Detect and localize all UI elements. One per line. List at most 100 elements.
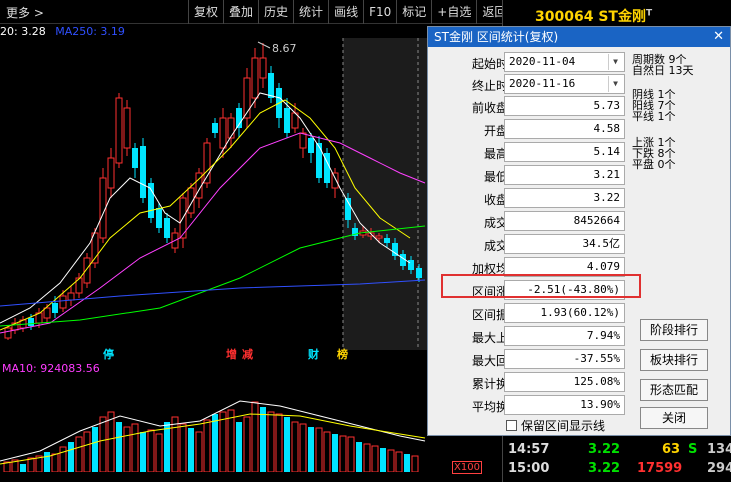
stat-row: 平均换手 13.90%	[428, 394, 628, 416]
volume-bar	[404, 454, 410, 472]
candle-body	[384, 238, 390, 243]
chart-toolbar: 更多 > 复权 叠加 历史 统计 画线 F10 标记 +自选 返回	[0, 0, 506, 24]
menu-diejia[interactable]: 叠加	[223, 0, 258, 24]
volume-bar	[347, 436, 355, 472]
candle-body	[416, 268, 422, 278]
candle-body	[148, 183, 154, 218]
selected-range-shade	[343, 38, 427, 350]
candle-body	[375, 235, 383, 239]
volume-bar	[99, 416, 107, 472]
candle-body	[43, 307, 51, 319]
highlight-box	[441, 274, 641, 298]
menu-fuquan[interactable]: 复权	[188, 0, 223, 24]
stat-row: 区间振幅 1.93(60.12%)	[428, 302, 628, 324]
candle-body	[259, 57, 267, 79]
ma-indicator-line: 20: 3.28 MA250: 3.19	[0, 25, 125, 38]
candle-body	[67, 292, 75, 301]
volume-bar	[212, 414, 218, 472]
menu-huaxian[interactable]: 画线	[328, 0, 363, 24]
volume-bar	[27, 457, 35, 472]
stat-value: 5.73	[504, 96, 625, 116]
volume-bar	[155, 433, 163, 472]
candle-body	[4, 327, 12, 339]
menu-zixuan[interactable]: +自选	[431, 0, 476, 24]
candle-body	[156, 208, 162, 228]
period-info: 周期数 9个 自然日 13天	[632, 53, 694, 77]
volume-bar	[140, 432, 146, 472]
volume-bar	[51, 453, 59, 472]
volume-bar	[179, 423, 187, 472]
stat-row: 最大上涨 7.94%	[428, 325, 628, 347]
chevron-down-icon[interactable]: ▼	[608, 76, 622, 92]
interval-stats-dialog: ST金刚 区间统计(复权) ✕ 起始时间 2020-11-04 ▼ 终止时间 20…	[427, 26, 731, 436]
keep-range-checkbox[interactable]: 保留区间显示线	[506, 417, 605, 434]
candle-body	[59, 295, 67, 309]
volume-bar	[371, 445, 379, 472]
event-suspend[interactable]: 停	[103, 346, 114, 362]
pattern-match-button[interactable]: 形态匹配	[640, 379, 708, 401]
candle-body	[123, 107, 131, 149]
tick-row: 14:57 3.22 63 S 134	[508, 442, 731, 457]
end-date-picker[interactable]: 2020-11-16 ▼	[504, 74, 625, 94]
candle-body	[83, 257, 91, 284]
more-menu[interactable]: 更多 >	[6, 4, 44, 21]
stat-row: 成交额 34.5亿	[428, 233, 628, 255]
sector-rank-button[interactable]: 板块排行	[640, 349, 708, 371]
event-increase[interactable]: 增	[226, 346, 237, 362]
volume-bar	[147, 429, 155, 472]
dialog-titlebar: ST金刚 区间统计(复权) ✕	[428, 27, 730, 47]
volume-bar	[332, 434, 338, 472]
tick-row: 15:00 3.22 17599 294	[508, 461, 731, 476]
volume-bar	[123, 426, 131, 472]
volume-bar	[308, 427, 314, 472]
volume-bar	[195, 431, 203, 472]
event-decrease[interactable]: 减	[242, 346, 253, 362]
stock-title: 300064 ST金刚T	[535, 6, 652, 26]
volume-bar	[299, 423, 307, 472]
volume-bar	[411, 455, 419, 472]
menu-tongji[interactable]: 统计	[293, 0, 328, 24]
close-button[interactable]: 关闭	[640, 407, 708, 429]
menu-lishi[interactable]: 历史	[258, 0, 293, 24]
high-price-label: 8.67	[272, 42, 297, 55]
ma-value: 20: 3.28	[0, 25, 46, 38]
volume-bar	[395, 451, 403, 472]
stage-rank-button[interactable]: 阶段排行	[640, 319, 708, 341]
candle-body	[219, 117, 227, 149]
volume-bar	[291, 421, 299, 472]
volume-scale-label: X100	[452, 461, 482, 474]
volume-chart[interactable]	[0, 376, 427, 472]
chevron-down-icon[interactable]: ▼	[608, 54, 622, 70]
volume-bar	[380, 448, 386, 472]
stock-code-name: 300064 ST金刚	[535, 9, 646, 25]
volume-bar	[116, 422, 122, 472]
candle-body	[251, 57, 259, 99]
close-icon[interactable]: ✕	[713, 27, 724, 47]
volume-bar	[203, 419, 211, 472]
candle-body	[308, 138, 314, 153]
stat-value: 4.58	[504, 119, 625, 139]
stat-value: 3.21	[504, 165, 625, 185]
volume-bar	[243, 416, 251, 472]
candle-body	[408, 260, 414, 270]
stat-value: 5.14	[504, 142, 625, 162]
volume-bar	[275, 413, 283, 472]
volume-bar	[251, 401, 259, 472]
event-finance[interactable]: 财	[308, 346, 319, 362]
checkbox-icon[interactable]	[506, 420, 517, 431]
volume-bar	[107, 411, 115, 472]
ma250-value: MA250: 3.19	[55, 25, 125, 38]
candle-body	[316, 143, 322, 178]
stat-value: 34.5亿	[504, 234, 625, 254]
menu-biaoji[interactable]: 标记	[396, 0, 431, 24]
start-date-picker[interactable]: 2020-11-04 ▼	[504, 52, 625, 72]
stat-value: 7.94%	[504, 326, 625, 346]
candle-body	[52, 303, 58, 313]
menu-f10[interactable]: F10	[363, 0, 396, 24]
candle-body	[268, 73, 274, 98]
stat-value: 3.22	[504, 188, 625, 208]
volume-bar	[260, 407, 266, 472]
kline-chart[interactable]: 8.67	[0, 38, 427, 350]
volume-bar	[171, 416, 179, 472]
event-list[interactable]: 榜	[337, 346, 348, 362]
